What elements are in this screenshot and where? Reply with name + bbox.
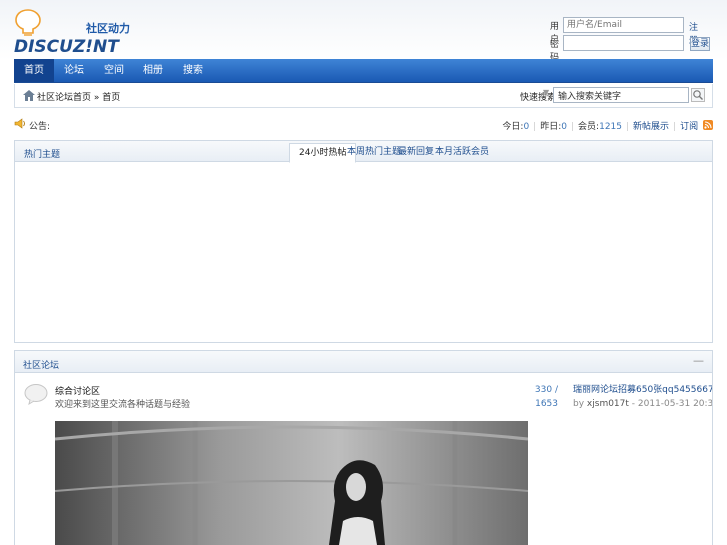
yesterday-count: 0: [561, 122, 567, 132]
nav-item-space[interactable]: 空间: [94, 59, 134, 82]
logo-wordmark: DISCUZ!NT: [14, 37, 120, 56]
new-posts-link[interactable]: 新帖展示: [633, 122, 669, 132]
quick-search-label: 快速搜索: [520, 93, 557, 103]
forum-section-header: 社区论坛 —: [15, 351, 712, 373]
divider: |: [626, 122, 630, 132]
site-logo[interactable]: 社区动力 DISCUZ!NT: [14, 8, 139, 57]
forum-name[interactable]: 综合讨论区: [55, 384, 100, 397]
username-input[interactable]: [563, 17, 684, 33]
forum-section-title[interactable]: 社区论坛: [23, 358, 59, 371]
nav-item-search[interactable]: 搜索: [173, 59, 213, 82]
chevron-down-icon[interactable]: ▼: [543, 88, 549, 97]
nav-item-album[interactable]: 相册: [133, 59, 173, 82]
nav-item-home[interactable]: 首页: [14, 59, 54, 82]
home-icon[interactable]: [23, 90, 35, 104]
divider: |: [571, 122, 575, 132]
list-item: 综合讨论区 欢迎来到这里交流各种话题与经验 330 / 1653 瑞丽网论坛招募…: [15, 375, 712, 415]
breadcrumb-bar: 社区论坛首页 » 首页 快速搜索 ▼: [14, 84, 713, 108]
notice-bar: 公告: 今日:0 | 昨日:0 | 会员:1215 | 新帖展示 | 订阅: [14, 116, 713, 134]
last-post-date: - 2011-05-31 20:39: [631, 399, 712, 409]
tab-active-members[interactable]: 本月活跃会员: [426, 143, 498, 163]
forum-status-icon: [24, 383, 48, 408]
thread-count: 330: [534, 385, 553, 395]
logo-tagline: 社区动力: [85, 21, 130, 35]
count-separator: /: [554, 385, 558, 395]
rss-link[interactable]: 订阅: [680, 122, 698, 132]
forum-counts: 330 / 1653: [532, 383, 558, 411]
search-icon: [693, 90, 703, 100]
divider: |: [673, 122, 677, 132]
last-post: 瑞丽网论坛招募650张qq545566701请联系我们 by xjsm017t …: [573, 383, 712, 411]
login-button[interactable]: 登录: [690, 37, 710, 51]
divider: |: [533, 122, 537, 132]
yesterday-label: 昨日:: [540, 122, 562, 132]
search-button[interactable]: [691, 88, 705, 102]
hot-topics-panel: 热门主题 24小时热帖 本周热门主题 最新回复 本月活跃会员: [14, 140, 713, 343]
speaker-icon: [14, 118, 26, 132]
last-post-title[interactable]: 瑞丽网论坛招募650张qq545566701请联系我们: [573, 383, 712, 397]
notice-label: 公告:: [29, 122, 51, 132]
forum-description: 欢迎来到这里交流各种话题与经验: [55, 400, 191, 410]
rss-icon[interactable]: [703, 120, 713, 130]
members-count: 1215: [599, 122, 622, 132]
site-stats: 今日:0 | 昨日:0 | 会员:1215 | 新帖展示 | 订阅: [502, 119, 713, 132]
last-post-by: by: [573, 399, 585, 409]
hot-topics-header: 热门主题 24小时热帖 本周热门主题 最新回复 本月活跃会员: [15, 141, 712, 163]
today-label: 今日:: [502, 122, 524, 132]
banner-photo: [55, 421, 528, 545]
password-input[interactable]: [563, 35, 684, 51]
main-nav: 首页 论坛 空间 相册 搜索: [14, 59, 713, 83]
members-label: 会员:: [578, 122, 600, 132]
breadcrumb[interactable]: 社区论坛首页 » 首页: [37, 90, 120, 103]
post-count: 1653: [535, 399, 558, 409]
hot-topics-title: 热门主题: [24, 150, 61, 160]
last-post-user[interactable]: xjsm017t: [587, 399, 629, 409]
nav-item-forum[interactable]: 论坛: [54, 59, 94, 82]
search-input[interactable]: [553, 87, 689, 103]
today-count: 0: [523, 122, 530, 132]
collapse-icon[interactable]: —: [693, 354, 704, 367]
